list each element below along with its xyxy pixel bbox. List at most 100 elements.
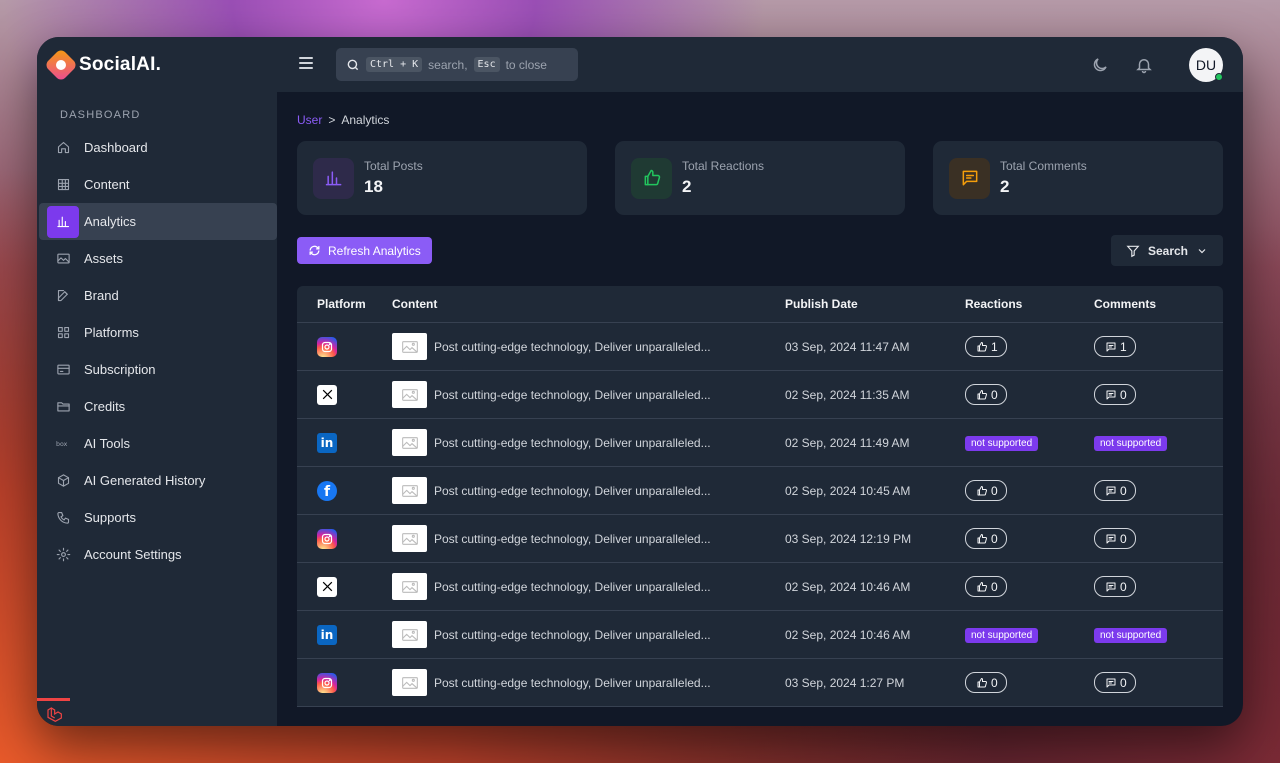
reactions-count-pill[interactable]: 0 — [965, 480, 1007, 501]
reactions-count-pill[interactable]: 0 — [965, 384, 1007, 405]
post-content: Post cutting-edge technology, Deliver un… — [434, 339, 711, 354]
post-thumbnail[interactable] — [392, 429, 427, 456]
filter-icon — [1126, 245, 1140, 257]
image-placeholder-icon — [401, 580, 418, 593]
message-icon — [962, 170, 977, 186]
stat-value: 2 — [1000, 177, 1010, 196]
sidebar-item-credits[interactable]: Credits — [39, 388, 277, 425]
menu-toggle-icon[interactable] — [299, 57, 313, 69]
table-row[interactable]: in Post cutting-edge technology, Deliver… — [297, 611, 1223, 659]
refresh-analytics-button[interactable]: Refresh Analytics — [297, 237, 432, 264]
post-thumbnail[interactable] — [392, 621, 427, 648]
thumbs-up-icon — [977, 677, 987, 687]
table-row[interactable]: Post cutting-edge technology, Deliver un… — [297, 659, 1223, 707]
not-supported-badge: not supported — [1094, 627, 1168, 643]
sidebar-item-dashboard[interactable]: Dashboard — [39, 129, 277, 166]
stat-card-total-comments: Total Comments 2 — [933, 141, 1223, 215]
escape-key: Esc — [473, 57, 500, 72]
image-icon — [56, 253, 70, 264]
avatar[interactable]: DU — [1189, 48, 1223, 82]
thumbs-up-icon — [977, 533, 987, 543]
comments-count-pill[interactable]: 0 — [1094, 672, 1136, 693]
table-row[interactable]: in Post cutting-edge technology, Deliver… — [297, 419, 1223, 467]
x-icon — [317, 384, 337, 405]
sidebar-item-content[interactable]: Content — [39, 166, 277, 203]
cube-icon — [57, 474, 69, 487]
gear-icon — [56, 547, 70, 562]
table-row[interactable]: Post cutting-edge technology, Deliver un… — [297, 323, 1223, 371]
sidebar-item-icon — [47, 317, 79, 349]
app-logo[interactable]: SocialAI. — [44, 48, 161, 82]
reactions-count-pill[interactable]: 0 — [965, 672, 1007, 693]
post-content: Post cutting-edge technology, Deliver un… — [434, 435, 711, 450]
reactions-count-pill[interactable]: 1 — [965, 336, 1007, 357]
reactions-count: 0 — [991, 387, 998, 402]
stat-icon — [949, 157, 990, 199]
sidebar-item-assets[interactable]: Assets — [39, 240, 277, 277]
sidebar-item-icon — [47, 280, 79, 312]
table-body: Post cutting-edge technology, Deliver un… — [297, 323, 1223, 707]
table-row[interactable]: Post cutting-edge technology, Deliver un… — [297, 371, 1223, 419]
thumbs-up-icon — [644, 169, 660, 186]
sidebar-item-platforms[interactable]: Platforms — [39, 314, 277, 351]
reactions-count-pill[interactable]: 0 — [965, 576, 1007, 597]
x-icon — [317, 576, 337, 597]
table-header: Platform Content Publish Date Reactions Comm… — [297, 286, 1223, 323]
search-hint: search, — [428, 57, 468, 72]
post-content: Post cutting-edge technology, Deliver un… — [434, 675, 711, 690]
thumbs-up-icon — [977, 341, 987, 351]
sidebar-item-subscription[interactable]: Subscription — [39, 351, 277, 388]
sidebar-item-icon: box — [47, 428, 79, 460]
not-supported-badge: not supported — [1094, 435, 1168, 451]
bar-chart-icon — [325, 171, 341, 186]
phone-icon — [56, 511, 69, 524]
breadcrumb: User > Analytics — [297, 113, 389, 127]
instagram-icon — [317, 528, 337, 549]
thumbs-up-icon — [977, 485, 987, 495]
post-thumbnail[interactable] — [392, 381, 427, 408]
laravel-icon[interactable] — [37, 698, 70, 726]
post-thumbnail[interactable] — [392, 525, 427, 552]
table-row[interactable]: Post cutting-edge technology, Deliver un… — [297, 563, 1223, 611]
stat-value: 2 — [682, 177, 692, 196]
post-thumbnail[interactable] — [392, 333, 427, 360]
sidebar-item-analytics[interactable]: Analytics — [39, 203, 277, 240]
reactions-count-pill[interactable]: 0 — [965, 528, 1007, 549]
sidebar-item-label: Content — [84, 177, 130, 192]
sidebar-item-account-settings[interactable]: Account Settings — [39, 536, 277, 573]
sidebar-item-label: Subscription — [84, 362, 156, 377]
credit-card-icon — [56, 364, 70, 375]
shortcut-key: Ctrl + K — [366, 57, 423, 72]
not-supported-badge: not supported — [965, 435, 1039, 451]
message-icon — [1106, 582, 1116, 591]
sidebar-item-ai-tools[interactable]: box AI Tools — [39, 425, 277, 462]
stat-value: 18 — [364, 177, 383, 196]
comments-count-pill[interactable]: 0 — [1094, 480, 1136, 501]
sidebar-item-ai-generated-history[interactable]: AI Generated History — [39, 462, 277, 499]
post-thumbnail[interactable] — [392, 573, 427, 600]
post-thumbnail[interactable] — [392, 477, 427, 504]
sidebar-item-icon — [47, 132, 79, 164]
breadcrumb-current: Analytics — [341, 113, 390, 127]
comments-count-pill[interactable]: 0 — [1094, 384, 1136, 405]
bell-icon[interactable] — [1135, 56, 1153, 74]
moon-icon[interactable] — [1091, 56, 1109, 74]
refresh-icon — [309, 245, 320, 256]
sidebar: SocialAI. DASHBOARD Dashboard Content Anal… — [37, 37, 277, 726]
comments-count-pill[interactable]: 0 — [1094, 528, 1136, 549]
breadcrumb-user-link[interactable]: User — [297, 113, 322, 127]
publish-date: 03 Sep, 2024 11:47 AM — [785, 339, 910, 354]
sidebar-item-brand[interactable]: Brand — [39, 277, 277, 314]
comments-count-pill[interactable]: 1 — [1094, 336, 1136, 357]
sidebar-item-icon — [47, 243, 79, 275]
sidebar-item-supports[interactable]: Supports — [39, 499, 277, 536]
breadcrumb-separator: > — [328, 113, 336, 127]
topbar: Ctrl + K search, Esc to close DU — [277, 37, 1243, 92]
table-row[interactable]: f Post cutting-edge technology, Deliver … — [297, 467, 1223, 515]
table-row[interactable]: Post cutting-edge technology, Deliver un… — [297, 515, 1223, 563]
search-filter-dropdown[interactable]: Search — [1111, 235, 1223, 266]
search-input[interactable]: Ctrl + K search, Esc to close — [336, 48, 578, 81]
sidebar-item-icon — [47, 502, 79, 534]
post-thumbnail[interactable] — [392, 669, 427, 696]
comments-count-pill[interactable]: 0 — [1094, 576, 1136, 597]
